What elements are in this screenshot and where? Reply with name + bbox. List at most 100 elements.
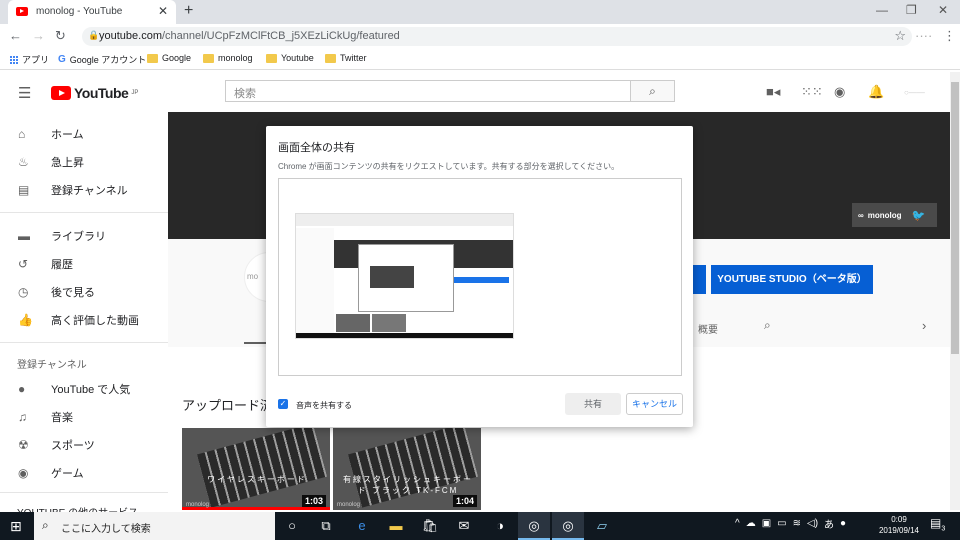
chrome-icon[interactable]: ◎ [518, 512, 550, 540]
windows-start-icon[interactable]: ⊞ [10, 518, 22, 535]
link-icon: ∞ [858, 210, 864, 220]
app-icon[interactable]: ▱ [586, 512, 618, 540]
screen-preview-thumbnail[interactable] [295, 213, 514, 339]
bookmark-apps[interactable]: アプリ [10, 53, 49, 66]
apps-icon[interactable]: ⁙⁙ [801, 84, 823, 100]
video-duration: 1:03 [301, 495, 326, 507]
search-input[interactable]: 検索 [225, 80, 631, 102]
preview-dialog-image [370, 266, 414, 288]
language-icon[interactable]: ● [840, 518, 846, 529]
sidebar-item-popular[interactable]: ● YouTube で人気 [0, 375, 168, 403]
mail-icon[interactable]: ✉ [448, 512, 480, 540]
account-avatar[interactable]: ○—— [904, 88, 925, 97]
share-audio-checkbox[interactable]: ✓ [278, 399, 288, 409]
close-window-button[interactable]: ✕ [938, 3, 948, 17]
preview-thumb [336, 314, 370, 332]
preview-browser-bar [296, 214, 513, 226]
sidebar-item-sports[interactable]: ☢ スポーツ [0, 431, 168, 459]
cortana-icon[interactable]: ○ [276, 512, 308, 540]
onedrive-icon[interactable]: ☁ [746, 518, 756, 529]
sidebar-item-gaming[interactable]: ◉ ゲーム [0, 459, 168, 487]
tab-close-icon[interactable]: ✕ [158, 4, 168, 18]
share-audio-label: 音声を共有する [296, 401, 352, 410]
home-icon: ⌂ [18, 127, 26, 141]
flame-icon: ♨ [18, 155, 29, 169]
bookmark-google[interactable]: Google [147, 53, 191, 63]
video-title: ワイヤレスキーボード [207, 475, 307, 484]
sidebar-item-subscriptions[interactable]: ▤ 登録チャンネル [0, 176, 168, 204]
minimize-button[interactable]: — [876, 3, 888, 17]
taskbar-search-input[interactable]: ⌕ ここに入力して検索 [34, 512, 275, 540]
profile-icon[interactable]: ···· [915, 28, 932, 43]
clock-date: 2019/09/14 [878, 526, 920, 535]
folder-icon [147, 53, 158, 63]
bookmark-youtube[interactable]: Youtube [266, 53, 314, 63]
maximize-button[interactable]: ❐ [906, 3, 917, 17]
taskbar-clock[interactable]: 0:09 2019/09/14 [876, 514, 922, 536]
volume-icon[interactable]: ◁) [807, 518, 818, 529]
browser-tab[interactable]: monolog - YouTube ✕ [8, 0, 176, 24]
video-watermark: monolog [186, 502, 210, 508]
sidebar-item-home[interactable]: ⌂ ホーム [0, 120, 168, 148]
sidebar-item-watch-later[interactable]: ◷ 後で見る [0, 278, 168, 306]
ime-indicator[interactable]: あ [824, 516, 834, 531]
chrome-icon[interactable]: ◎ [552, 512, 584, 540]
address-bar[interactable]: 🔒 youtube.com/channel/UCpFzMClFtCB_j5XEz… [82, 27, 912, 46]
google-g-icon: G [58, 54, 66, 65]
preview-taskbar [296, 333, 513, 338]
chevron-right-icon[interactable]: › [922, 318, 926, 333]
battery-icon[interactable]: ▭ [777, 518, 786, 529]
video-watermark: monolog [337, 502, 361, 508]
music-icon: ♫ [18, 410, 27, 424]
create-video-icon[interactable]: ■◂ [766, 84, 780, 100]
bookmark-star-icon[interactable]: ☆ [894, 28, 906, 44]
folder-icon: ▬ [18, 229, 30, 243]
tab-title: monolog - YouTube [36, 6, 123, 17]
popular-icon: ● [18, 382, 26, 396]
bookmark-monolog[interactable]: monolog [203, 53, 253, 63]
task-view-icon[interactable]: ⧉ [310, 512, 342, 540]
menu-kebab-icon[interactable]: ⋮ [943, 28, 956, 44]
apps-grid-icon [10, 55, 18, 64]
gaming-icon: ◉ [18, 466, 29, 480]
search-icon: ⌕ [649, 84, 656, 98]
hamburger-menu-icon[interactable]: ☰ [18, 84, 31, 102]
sidebar-item-music[interactable]: ♫ 音楽 [0, 403, 168, 431]
video-title: 有線スタイリッシュキーボード ブラック TK-FCM [343, 475, 473, 495]
folder-icon [266, 53, 277, 63]
wifi-icon[interactable]: ≋ [793, 518, 801, 529]
file-explorer-icon[interactable]: ▬ [380, 512, 412, 540]
back-icon[interactable]: ← [9, 28, 22, 43]
video-thumbnail[interactable]: ワイヤレスキーボード monolog 1:03 [182, 428, 330, 510]
sidebar-item-library[interactable]: ▬ ライブラリ [0, 222, 168, 250]
video-thumbnail[interactable]: 有線スタイリッシュキーボード ブラック TK-FCM monolog 1:04 [333, 428, 481, 510]
sidebar-item-history[interactable]: ↺ 履歴 [0, 250, 168, 278]
chevron-up-icon[interactable]: ^ [735, 518, 740, 529]
divider [0, 212, 168, 213]
action-center-icon[interactable]: ▤3 [930, 516, 945, 532]
youtube-studio-button[interactable]: YOUTUBE STUDIO（ベータ版） [711, 265, 873, 294]
new-tab-button[interactable]: + [184, 2, 193, 20]
sidebar-item-liked-videos[interactable]: 👍 高く評価した動画 [0, 306, 168, 334]
bookmark-twitter[interactable]: Twitter [325, 53, 367, 63]
channel-banner-link[interactable]: ∞ monolog 🐦 [852, 203, 937, 227]
notifications-bell-icon[interactable]: 🔔 [868, 84, 884, 100]
tab-about[interactable]: 概要 [698, 321, 718, 336]
reload-icon[interactable]: ↻ [55, 28, 66, 44]
sidebar-item-trending[interactable]: ♨ 急上昇 [0, 148, 168, 176]
channel-search-icon[interactable]: ⌕ [764, 318, 771, 333]
store-icon[interactable]: 🛍 [414, 512, 446, 540]
forward-icon[interactable]: → [32, 28, 45, 43]
paint-icon[interactable]: ◑ [484, 512, 516, 540]
notification-count: 3 [941, 525, 946, 533]
share-button[interactable]: 共有 [565, 393, 621, 415]
messages-icon[interactable]: ◉ [834, 84, 845, 100]
scrollbar-thumb[interactable] [951, 82, 959, 354]
edge-icon[interactable]: e [346, 512, 378, 540]
search-button[interactable]: ⌕ [630, 80, 675, 102]
bookmark-google-account[interactable]: G Google アカウント [58, 53, 146, 66]
youtube-logo[interactable]: YouTube JP [51, 85, 138, 101]
cancel-button[interactable]: キャンセル [626, 393, 683, 415]
dialog-title: 画面全体の共有 [278, 142, 355, 154]
people-icon[interactable]: ▣ [762, 518, 771, 529]
